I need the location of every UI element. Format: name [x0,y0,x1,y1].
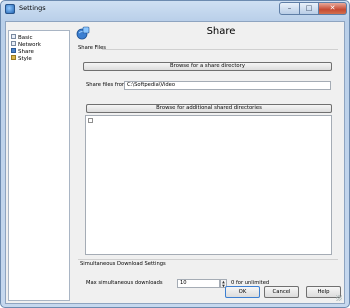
download-settings-section-label: Simultaneous Download Settings [80,261,166,267]
maximize-button[interactable]: □ [300,2,319,15]
settings-nav: Basic Network Share Style [8,30,70,301]
browse-share-directory-button[interactable]: Browse for a share directory [83,62,332,71]
cancel-button[interactable]: Cancel [264,286,299,298]
section-divider [102,49,338,50]
share-page-icon [76,26,90,40]
nav-item-network[interactable]: Network [11,41,41,48]
nav-item-style[interactable]: Style [11,55,32,62]
window-title: Settings [19,4,46,12]
title-bar[interactable]: Settings – □ ✕ [1,1,349,19]
network-icon [11,41,16,46]
share-directory-field[interactable]: C:\Softpedia\Video [124,81,331,90]
settings-page-icon [11,34,16,39]
nav-item-share[interactable]: Share [11,48,34,55]
ok-button[interactable]: OK [225,286,260,298]
app-icon [5,4,15,14]
max-downloads-input[interactable]: 10 [177,279,220,288]
share-icon [11,48,16,53]
minimize-button[interactable]: – [279,2,300,15]
browse-additional-directories-button[interactable]: Browse for additional shared directories [86,104,332,113]
dialog-body: Basic Network Share Style Share Share Fi… [5,21,345,304]
share-from-label: Share files from [86,82,127,88]
directory-checkbox[interactable] [88,118,93,123]
section-divider [78,259,338,260]
resize-grip-icon[interactable] [336,295,342,301]
nav-item-basic[interactable]: Basic [11,34,33,41]
settings-window: Settings – □ ✕ Basic Network Share Style [0,0,350,308]
additional-directories-list[interactable] [85,115,332,255]
page-title: Share [206,26,236,37]
close-button[interactable]: ✕ [319,2,347,15]
style-icon [11,55,16,60]
max-downloads-label: Max simultaneous downloads [86,280,163,286]
nav-item-label: Style [18,56,32,62]
